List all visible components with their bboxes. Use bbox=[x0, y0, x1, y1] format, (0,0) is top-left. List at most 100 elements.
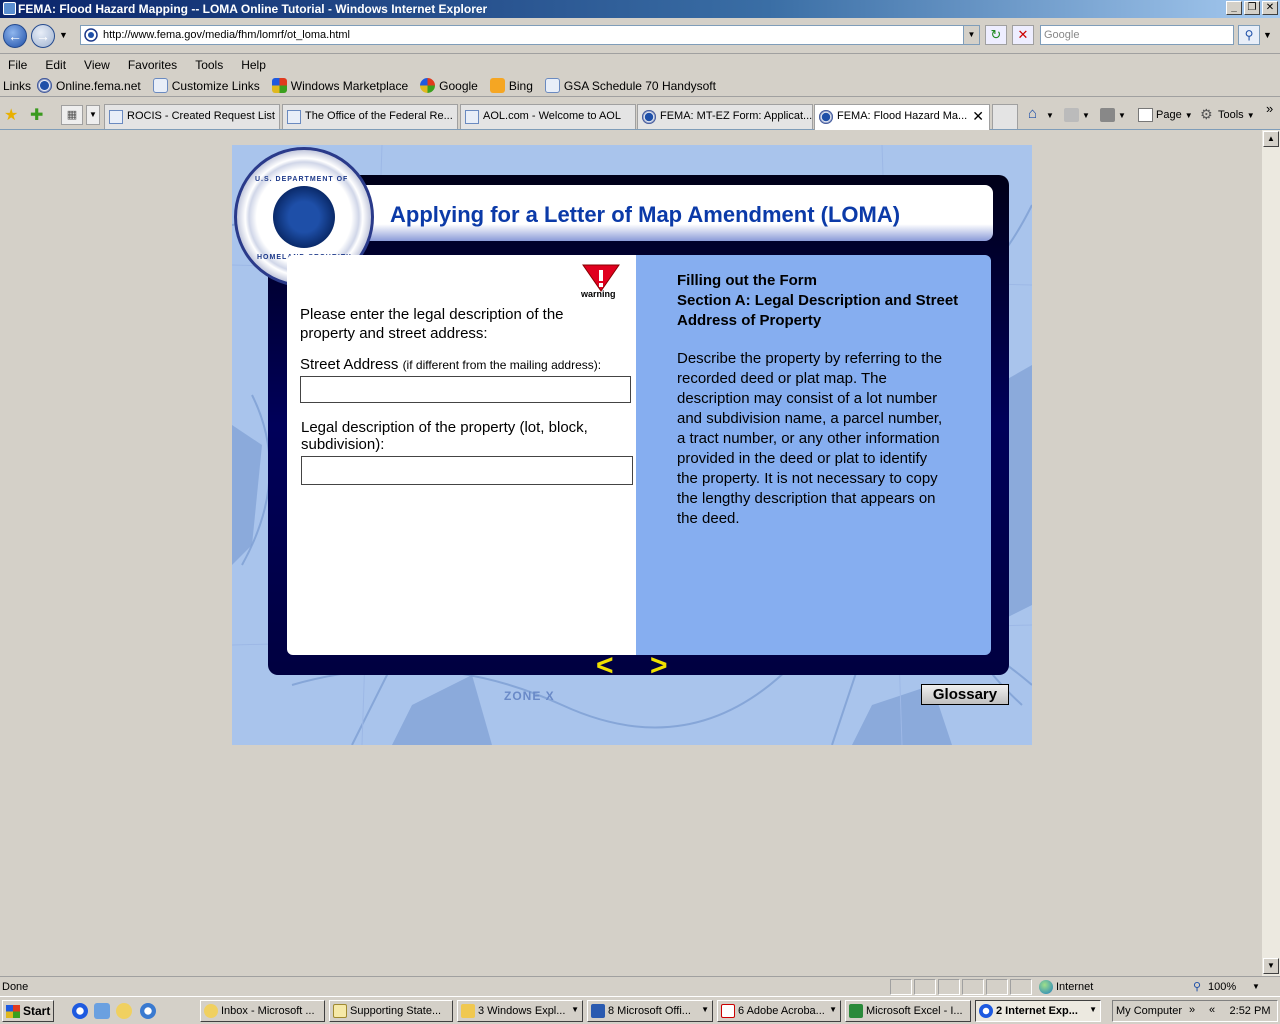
quick-launch-media-icon[interactable] bbox=[140, 1003, 156, 1019]
gear-icon: ⚙ bbox=[1200, 106, 1213, 122]
tab-label: ROCIS - Created Request List bbox=[127, 110, 275, 122]
start-button[interactable]: Start bbox=[2, 1000, 54, 1022]
task-label: Microsoft Excel - I... bbox=[866, 1005, 963, 1017]
address-dropdown[interactable]: ▼ bbox=[963, 26, 979, 44]
search-options-dropdown[interactable]: ▼ bbox=[1263, 30, 1272, 40]
favorites-star-icon[interactable]: ★ bbox=[4, 105, 18, 125]
recent-pages-dropdown[interactable]: ▼ bbox=[59, 30, 68, 40]
seal-top-text: U.S. DEPARTMENT OF bbox=[255, 176, 349, 183]
street-address-input[interactable] bbox=[300, 376, 631, 403]
outlook-icon bbox=[204, 1004, 218, 1018]
address-url: http://www.fema.gov/media/fhm/lomrf/ot_l… bbox=[103, 29, 350, 41]
dhs-seal-icon bbox=[642, 110, 656, 124]
scroll-down-arrow-icon[interactable]: ▼ bbox=[1263, 958, 1279, 974]
new-tab-button[interactable] bbox=[992, 104, 1018, 129]
quick-tabs-icon[interactable]: ▦ bbox=[61, 105, 83, 125]
menu-view[interactable]: View bbox=[84, 55, 117, 75]
tab-mt-ez-form[interactable]: FEMA: MT-EZ Form: Applicat... bbox=[637, 104, 813, 129]
clock[interactable]: 2:52 PM bbox=[1225, 1005, 1275, 1017]
task-microsoft-office-group[interactable]: 8 Microsoft Offi... ▼ bbox=[587, 1000, 713, 1022]
menu-tools[interactable]: Tools bbox=[195, 55, 230, 75]
link-google[interactable]: Google bbox=[420, 78, 478, 93]
search-icon[interactable]: ⚲ bbox=[1238, 25, 1260, 45]
ie-page-icon bbox=[465, 110, 479, 124]
task-windows-explorer-group[interactable]: 3 Windows Expl... ▼ bbox=[457, 1000, 583, 1022]
tab-rocis[interactable]: ROCIS - Created Request List bbox=[104, 104, 280, 129]
zoom-level-value: 100% bbox=[1208, 981, 1237, 993]
task-internet-explorer-group[interactable]: 2 Internet Exp... ▼ bbox=[975, 1000, 1101, 1022]
stop-icon[interactable]: ✕ bbox=[1012, 25, 1034, 45]
print-button[interactable]: ▼ bbox=[1100, 108, 1126, 122]
tray-collapse-icon[interactable]: « bbox=[1209, 1004, 1215, 1016]
dhs-seal-icon bbox=[37, 78, 53, 93]
acrobat-icon bbox=[721, 1004, 735, 1018]
window-title: FEMA: Flood Hazard Mapping -- LOMA Onlin… bbox=[18, 2, 488, 16]
menu-help[interactable]: Help bbox=[241, 55, 273, 75]
ie-page-icon bbox=[544, 78, 560, 93]
close-window-button[interactable]: ✕ bbox=[1262, 1, 1278, 15]
page-menu-button[interactable]: Page ▼ bbox=[1138, 108, 1193, 122]
tab-aol[interactable]: AOL.com - Welcome to AOL bbox=[460, 104, 636, 129]
glossary-button[interactable]: Glossary bbox=[921, 684, 1009, 705]
zoom-dropdown-icon[interactable]: ▼ bbox=[1252, 982, 1260, 991]
next-arrow-button[interactable]: > bbox=[650, 651, 668, 681]
loma-tutorial-movie[interactable]: ZONE X Applying for a Letter of Map Amen… bbox=[232, 145, 1032, 745]
globe-icon bbox=[1039, 980, 1053, 994]
forward-button[interactable]: → bbox=[31, 24, 55, 48]
tab-federal-register[interactable]: The Office of the Federal Re... bbox=[282, 104, 458, 129]
refresh-icon[interactable]: ↻ bbox=[985, 25, 1007, 45]
envelope-icon bbox=[333, 1004, 347, 1018]
help-title-line-1: Filling out the Form bbox=[677, 272, 817, 289]
menu-favorites[interactable]: Favorites bbox=[128, 55, 184, 75]
map-zone-label: ZONE X bbox=[504, 689, 555, 703]
task-inbox-outlook[interactable]: Inbox - Microsoft ... bbox=[200, 1000, 325, 1022]
back-button[interactable]: ← bbox=[3, 24, 27, 48]
status-cell bbox=[938, 979, 960, 995]
scroll-up-arrow-icon[interactable]: ▲ bbox=[1263, 131, 1279, 147]
tools-menu-label: Tools bbox=[1218, 109, 1244, 121]
link-label: Bing bbox=[508, 78, 533, 93]
task-label: 8 Microsoft Offi... bbox=[608, 1005, 691, 1017]
menu-edit[interactable]: Edit bbox=[45, 55, 73, 75]
quick-launch-outlook-icon[interactable] bbox=[116, 1003, 132, 1019]
task-adobe-acrobat-group[interactable]: 6 Adobe Acroba... ▼ bbox=[717, 1000, 841, 1022]
add-favorites-icon[interactable]: ✚ bbox=[30, 105, 43, 125]
tab-flood-hazard-mapping[interactable]: FEMA: Flood Hazard Ma... ✕ bbox=[814, 104, 990, 130]
menu-file[interactable]: File bbox=[8, 55, 34, 75]
task-microsoft-excel[interactable]: Microsoft Excel - I... bbox=[845, 1000, 971, 1022]
toolbar-overflow-icon[interactable]: » bbox=[1189, 1004, 1195, 1016]
link-customize[interactable]: Customize Links bbox=[152, 78, 260, 93]
system-tray: My Computer » « 2:52 PM bbox=[1112, 1000, 1278, 1022]
link-bing[interactable]: Bing bbox=[489, 78, 533, 93]
quick-launch-ie-icon[interactable] bbox=[72, 1003, 88, 1019]
help-title: Filling out the Form Section A: Legal De… bbox=[677, 271, 977, 331]
windows-taskbar: Start Inbox - Microsoft ... Supporting S… bbox=[0, 996, 1280, 1024]
security-zone[interactable]: Internet bbox=[1036, 979, 1186, 995]
vertical-scrollbar[interactable]: ▲ ▼ bbox=[1262, 130, 1280, 976]
word-icon bbox=[591, 1004, 605, 1018]
task-supporting-statement[interactable]: Supporting State... bbox=[329, 1000, 453, 1022]
minimize-button[interactable]: _ bbox=[1226, 1, 1242, 15]
warning-label: warning bbox=[581, 289, 616, 299]
feeds-button[interactable]: ▼ bbox=[1064, 108, 1090, 122]
google-icon bbox=[420, 78, 436, 93]
link-online-fema[interactable]: Online.fema.net bbox=[37, 78, 141, 93]
maximize-button[interactable]: ❐ bbox=[1244, 1, 1260, 15]
link-gsa-schedule[interactable]: GSA Schedule 70 Handysoft bbox=[544, 78, 716, 93]
link-windows-marketplace[interactable]: Windows Marketplace bbox=[271, 78, 408, 93]
bing-icon bbox=[489, 78, 505, 93]
tab-list-dropdown[interactable]: ▼ bbox=[86, 105, 100, 125]
quick-launch-desktop-icon[interactable] bbox=[94, 1003, 110, 1019]
close-tab-icon[interactable]: ✕ bbox=[972, 108, 984, 125]
home-button[interactable]: ⌂ ▼ bbox=[1028, 106, 1054, 122]
zoom-level-control[interactable]: ⚲ 100% ▼ bbox=[1192, 979, 1262, 993]
window-title-bar[interactable]: FEMA: Flood Hazard Mapping -- LOMA Onlin… bbox=[0, 0, 1280, 18]
tools-menu-button[interactable]: ⚙ Tools ▼ bbox=[1200, 106, 1255, 122]
link-label: Customize Links bbox=[171, 78, 260, 93]
more-commands-button[interactable]: » bbox=[1266, 101, 1273, 116]
legal-description-input[interactable] bbox=[301, 456, 633, 485]
previous-arrow-button[interactable]: < bbox=[596, 651, 614, 681]
my-computer-toolbar-label[interactable]: My Computer bbox=[1116, 1005, 1182, 1017]
address-input[interactable]: http://www.fema.gov/media/fhm/lomrf/ot_l… bbox=[80, 25, 980, 45]
search-input[interactable]: Google bbox=[1040, 25, 1234, 45]
